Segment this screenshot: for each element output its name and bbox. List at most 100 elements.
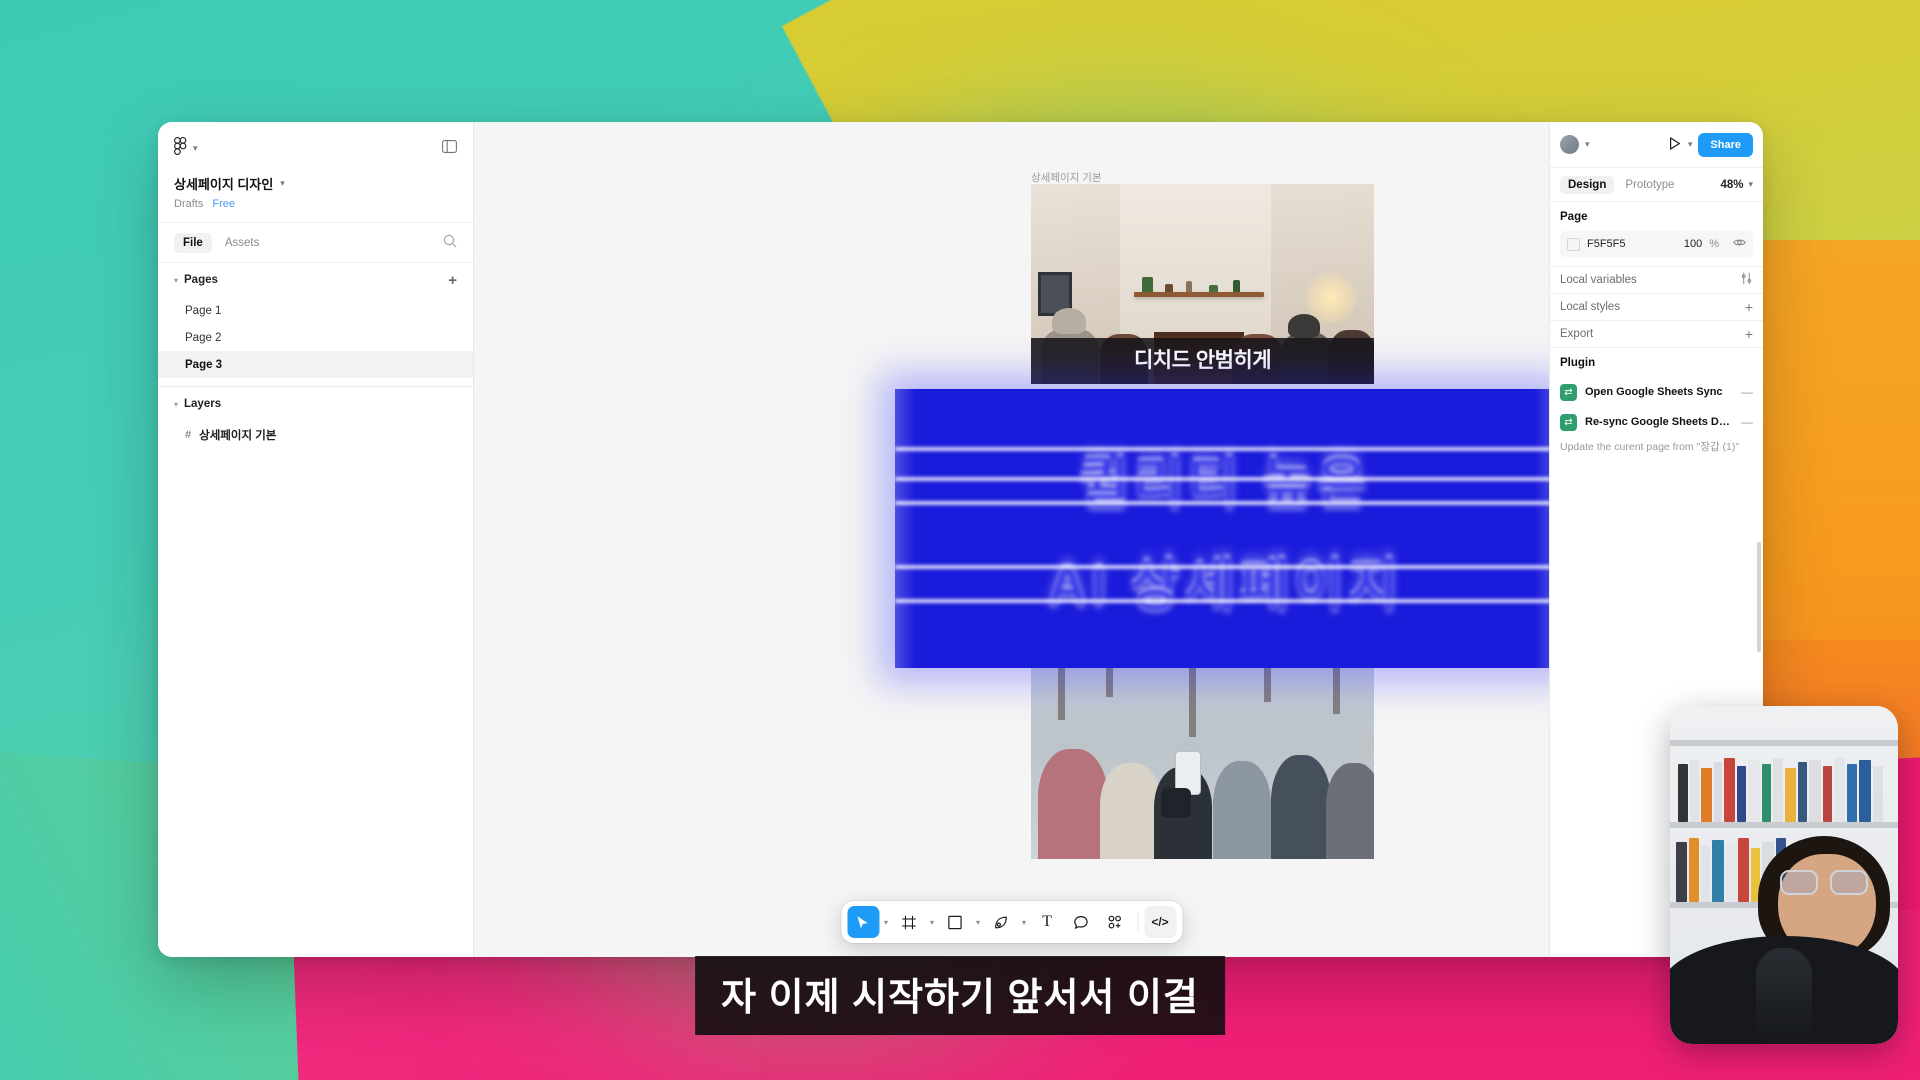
plugin-item-resync-google-sheets-data[interactable]: ⇄ Re-sync Google Sheets Da... — xyxy=(1560,407,1753,437)
plan-badge[interactable]: Free xyxy=(212,198,235,210)
figma-menu-button[interactable]: ▾ xyxy=(174,137,198,159)
book xyxy=(1785,768,1796,822)
frame-tool[interactable] xyxy=(893,906,925,938)
search-icon[interactable] xyxy=(443,234,457,251)
page-item-2[interactable]: Page 2 xyxy=(158,324,473,351)
book xyxy=(1701,768,1712,822)
page-properties-section: Page F5F5F5 100 % xyxy=(1550,202,1763,267)
right-panel-scrollbar[interactable] xyxy=(1757,542,1761,652)
fill-color-swatch[interactable] xyxy=(1567,237,1580,251)
shape-tool[interactable] xyxy=(939,906,971,938)
file-title-row[interactable]: 상세페이지 디자인 ▾ xyxy=(174,174,457,193)
book xyxy=(1834,758,1845,822)
file-title: 상세페이지 디자인 xyxy=(174,177,274,192)
book xyxy=(1798,762,1807,822)
page-fill-row: F5F5F5 100 % xyxy=(1560,231,1753,257)
pen-tool-chevron-down-icon[interactable]: ▾ xyxy=(1019,918,1029,927)
panel-toggle-icon[interactable] xyxy=(442,140,457,156)
fill-opacity-value[interactable]: 100 xyxy=(1684,238,1702,250)
plus-icon[interactable]: + xyxy=(1745,327,1753,341)
chevron-down-icon: ▾ xyxy=(174,275,179,285)
layer-item[interactable]: # 상세페이지 기본 xyxy=(158,421,473,448)
fill-hex-value[interactable]: F5F5F5 xyxy=(1587,238,1626,250)
book xyxy=(1823,766,1832,822)
plugin-name: Open Google Sheets Sync xyxy=(1585,386,1723,398)
layers-section-header[interactable]: ▾ Layers xyxy=(158,387,473,421)
layer-item-label: 상세페이지 기본 xyxy=(199,429,277,442)
pages-section-header[interactable]: ▾ Pages + xyxy=(158,263,473,297)
book xyxy=(1712,840,1724,902)
book xyxy=(1873,766,1883,822)
move-tool[interactable] xyxy=(846,906,879,938)
eye-icon[interactable] xyxy=(1733,236,1746,252)
book xyxy=(1859,760,1871,822)
artboard-banner-text: 디치드 안범히게 xyxy=(1031,338,1374,384)
frame-label[interactable]: 상세페이지 기본 xyxy=(1031,170,1102,185)
frame-tool-chevron-down-icon[interactable]: ▾ xyxy=(927,918,937,927)
google-sheets-sync-icon: ⇄ xyxy=(1560,413,1577,431)
figma-logo-icon xyxy=(174,137,187,159)
shelf-greens xyxy=(1209,285,1219,292)
left-sidebar: ▾ 상세페이지 디자인 ▾ Drafts Free File Assets ▾ … xyxy=(158,122,474,957)
page-item-1[interactable]: Page 1 xyxy=(158,297,473,324)
export-row[interactable]: Export + xyxy=(1560,321,1753,347)
fill-opacity-unit: % xyxy=(1709,238,1719,250)
right-panel-header: ▾ ▾ Share xyxy=(1550,122,1763,168)
comment-tool[interactable] xyxy=(1065,906,1097,938)
plus-icon[interactable]: + xyxy=(1745,300,1753,314)
shape-tool-chevron-down-icon[interactable]: ▾ xyxy=(973,918,983,927)
tab-assets[interactable]: Assets xyxy=(216,233,269,253)
person-snow-2 xyxy=(1099,763,1162,859)
artboard-image-living-room[interactable]: 디치드 안범히게 xyxy=(1031,184,1374,384)
avatar-icon[interactable] xyxy=(1560,135,1579,154)
dev-mode-toggle[interactable]: </> xyxy=(1144,906,1177,938)
canvas-toolbar: ▾ ▾ ▾ ▾ T </> xyxy=(840,901,1183,943)
share-button[interactable]: Share xyxy=(1698,132,1753,157)
plugin-action-icon[interactable]: — xyxy=(1741,415,1753,429)
tab-prototype[interactable]: Prototype xyxy=(1617,176,1682,194)
page-item-3[interactable]: Page 3 xyxy=(158,351,473,378)
book xyxy=(1738,838,1749,902)
google-sheets-sync-icon: ⇄ xyxy=(1560,383,1577,401)
scanline xyxy=(895,565,1549,569)
person-snow-1 xyxy=(1037,749,1108,859)
book xyxy=(1701,846,1710,902)
breadcrumb-drafts[interactable]: Drafts xyxy=(174,198,203,210)
actions-tool[interactable] xyxy=(1099,906,1131,938)
zoom-control[interactable]: 48% ▾ xyxy=(1720,179,1753,191)
file-header: ▾ 상세페이지 디자인 ▾ Drafts Free xyxy=(158,122,473,223)
plus-icon[interactable]: + xyxy=(448,273,457,288)
design-canvas[interactable]: 상세페이지 기본 디치드 안범히게 퀄리티 높은 AI 상세페이지 ▾ ▾ ▾ … xyxy=(474,122,1549,957)
text-tool[interactable]: T xyxy=(1031,906,1063,938)
present-chevron-down-icon[interactable]: ▾ xyxy=(1688,139,1693,150)
file-meta-row: Drafts Free xyxy=(174,198,457,210)
layers-section-title: Layers xyxy=(184,398,222,410)
person-snow-6 xyxy=(1325,763,1374,859)
variables-icon[interactable] xyxy=(1740,272,1753,288)
pen-tool[interactable] xyxy=(985,906,1017,938)
plugin-item-open-google-sheets-sync[interactable]: ⇄ Open Google Sheets Sync — xyxy=(1560,377,1753,407)
plugin-section-title: Plugin xyxy=(1560,357,1596,369)
beanie-right xyxy=(1288,314,1321,338)
export-section: Export + xyxy=(1550,321,1763,348)
shelf-object xyxy=(1165,284,1174,292)
scanline xyxy=(895,477,1549,481)
move-tool-chevron-down-icon[interactable]: ▾ xyxy=(881,918,891,927)
chevron-down-icon: ▾ xyxy=(174,399,179,409)
plugin-action-icon[interactable]: — xyxy=(1741,385,1753,399)
tab-design[interactable]: Design xyxy=(1560,175,1615,194)
avatar-chevron-down-icon[interactable]: ▾ xyxy=(1585,139,1590,150)
presenter-video-overlay[interactable] xyxy=(1670,706,1898,1044)
video-subtitle: 자 이제 시작하기 앞서서 이걸 xyxy=(695,956,1225,1035)
book xyxy=(1690,760,1699,822)
frame-icon: # xyxy=(185,428,192,441)
local-styles-row[interactable]: Local styles + xyxy=(1560,294,1753,320)
local-variables-row[interactable]: Local variables xyxy=(1560,267,1753,293)
tab-file[interactable]: File xyxy=(174,232,212,253)
glasses-icon xyxy=(1780,870,1868,896)
play-icon[interactable] xyxy=(1667,136,1682,154)
export-label: Export xyxy=(1560,328,1594,340)
file-header-row: ▾ xyxy=(174,136,457,160)
person-snow-4 xyxy=(1212,761,1271,859)
scanline xyxy=(895,501,1549,505)
